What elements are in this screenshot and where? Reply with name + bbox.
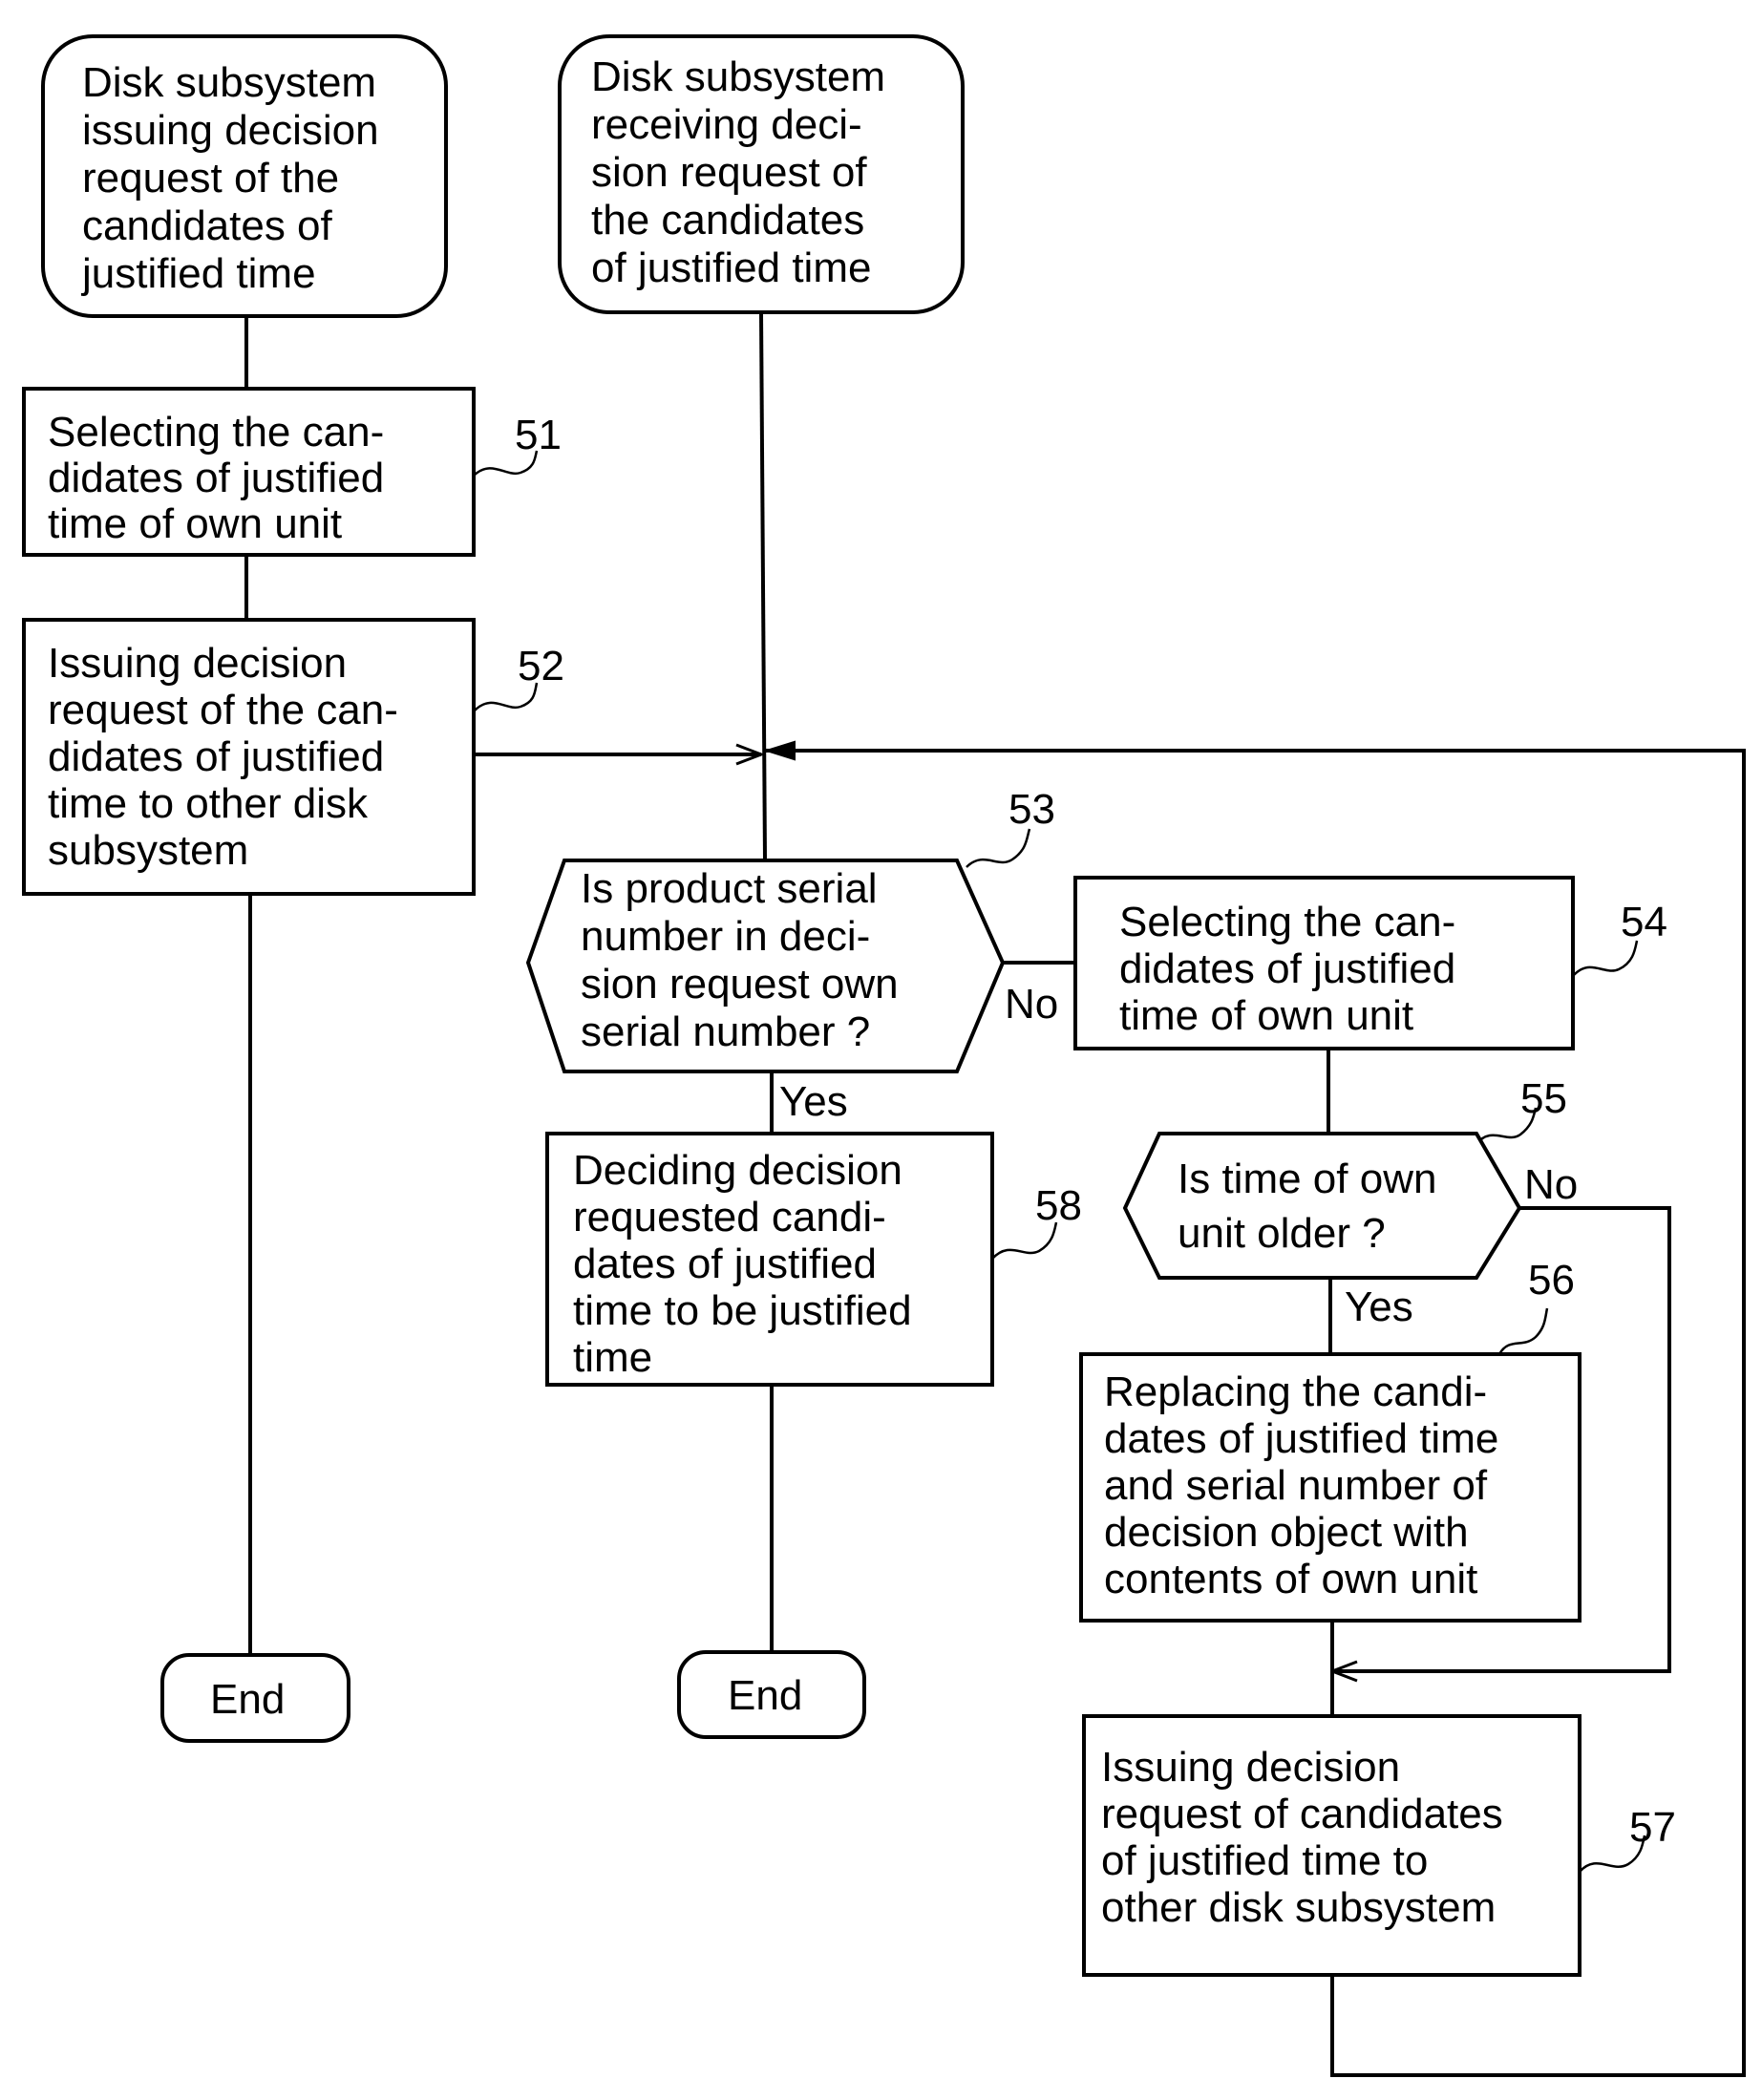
edge-label-53-no: No <box>1005 981 1058 1028</box>
ref-label-53: 53 <box>1008 786 1055 833</box>
ref-label-54: 54 <box>1621 899 1667 945</box>
start-issuing-line: issuing decision <box>82 107 379 154</box>
start-issuing-line: request of the <box>82 155 339 202</box>
ref-label-51: 51 <box>515 412 562 458</box>
step55-line: Is time of own <box>1178 1156 1436 1202</box>
flowchart: Disk subsystem issuing decision request of… <box>22 34 1746 2077</box>
leader-54 <box>1572 940 1639 977</box>
step58-line: time <box>573 1334 652 1381</box>
step51-line: Selecting the can- <box>48 409 384 456</box>
start-receiving-line: of justified time <box>591 244 871 291</box>
edge-label-55-yes: Yes <box>1345 1283 1413 1330</box>
step53-line: number in deci- <box>581 913 870 960</box>
step51-line: didates of justified <box>48 455 384 501</box>
ref-label-52: 52 <box>518 643 564 689</box>
step56-line: contents of own unit <box>1104 1556 1477 1602</box>
end-left-line: End <box>210 1676 285 1723</box>
ref-label-58: 58 <box>1035 1182 1082 1229</box>
start-receiving-line: sion request of <box>591 149 867 196</box>
end-left-text: End <box>210 1676 285 1723</box>
step56-line: and serial number of <box>1104 1462 1488 1509</box>
leader-53 <box>966 828 1031 868</box>
step55-line: unit older ? <box>1178 1210 1386 1257</box>
step56-line: Replacing the candi- <box>1104 1368 1487 1415</box>
step53-line: serial number ? <box>581 1008 870 1055</box>
start-issuing-line: justified time <box>80 250 316 297</box>
step52-line: request of the can- <box>48 687 398 733</box>
step52-line: subsystem <box>48 827 248 874</box>
step53-line: Is product serial <box>581 865 878 912</box>
step56-text: Replacing the candi-dates of justified t… <box>1104 1368 1498 1602</box>
start-issuing-line: Disk subsystem <box>82 59 376 106</box>
leader-56 <box>1497 1307 1549 1355</box>
start-issuing-line: candidates of <box>82 202 333 249</box>
ref-label-55: 55 <box>1520 1075 1567 1122</box>
step52-line: Issuing decision <box>48 640 347 687</box>
step58-line: Deciding decision <box>573 1147 902 1194</box>
step57-line: request of candidates <box>1101 1791 1503 1837</box>
end-middle-text: End <box>728 1672 802 1719</box>
start-receiving-line: the candidates <box>591 197 864 244</box>
step57-line: of justified time to <box>1101 1837 1428 1884</box>
step52-line: time to other disk <box>48 780 369 827</box>
step57-line: other disk subsystem <box>1101 1884 1496 1931</box>
step52-line: didates of justified <box>48 733 384 780</box>
step54-line: Selecting the can- <box>1119 899 1455 945</box>
ref-label-56: 56 <box>1528 1257 1575 1304</box>
step58-line: dates of justified <box>573 1241 877 1287</box>
edge-label-53-yes: Yes <box>779 1078 848 1125</box>
step57-line: Issuing decision <box>1101 1744 1400 1791</box>
step54-line: didates of justified <box>1119 945 1455 992</box>
ref-label-57: 57 <box>1629 1804 1676 1851</box>
step53-text: Is product serial number in deci-sion req… <box>581 865 899 1055</box>
step54-line: time of own unit <box>1119 992 1413 1039</box>
start-receiving-line: Disk subsystem <box>591 53 885 100</box>
edge-label-55-no: No <box>1524 1161 1578 1208</box>
step54-text: Selecting the can-didates of justified ti… <box>1119 899 1455 1039</box>
step51-text: Selecting the can-didates of justified ti… <box>48 409 384 547</box>
step56-line: dates of justified time <box>1104 1415 1498 1462</box>
connector-receiving-to-53 <box>759 311 767 861</box>
start-receiving-line: receiving deci- <box>591 101 862 148</box>
start-receiving-text: Disk subsystem receiving deci-sion reques… <box>591 53 885 291</box>
step58-line: time to be justified <box>573 1287 912 1334</box>
step58-line: requested candi- <box>573 1194 886 1241</box>
step56-line: decision object with <box>1104 1509 1469 1556</box>
step53-line: sion request own <box>581 961 899 1008</box>
step51-line: time of own unit <box>48 500 342 547</box>
end-middle-line: End <box>728 1672 802 1719</box>
